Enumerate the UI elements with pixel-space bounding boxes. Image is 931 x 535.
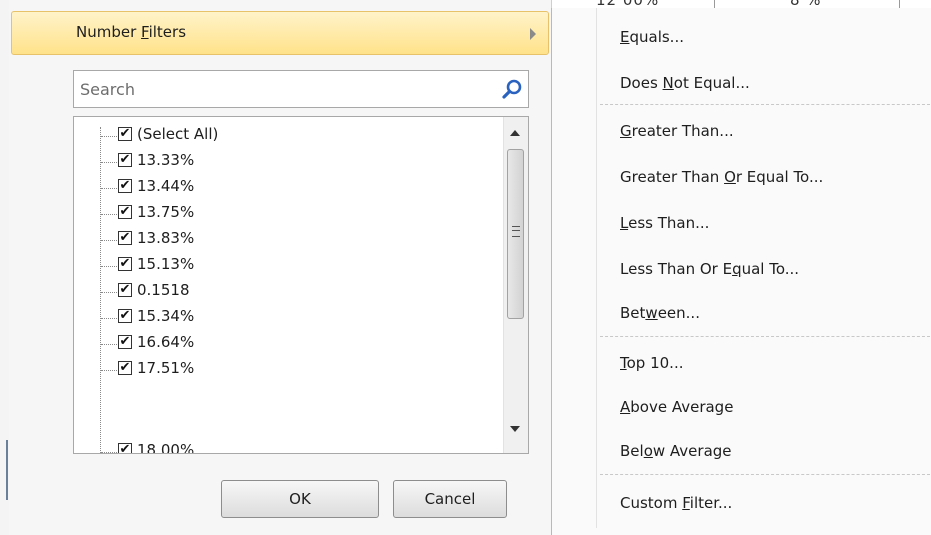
filter-values-list[interactable]: ✔ (Select All) ✔ 13.33% ✔ 13.44% ✔ 13.75…: [73, 116, 529, 454]
item-label: 18.00%: [137, 441, 195, 454]
menu-item-greater-than[interactable]: Greater Than...: [620, 122, 734, 140]
list-item[interactable]: ✔ 13.33%: [74, 149, 504, 175]
menu-item-less-than[interactable]: Less Than...: [620, 214, 709, 232]
list-item[interactable]: ✔ 0.1518: [74, 279, 504, 305]
tree-branch: [101, 452, 117, 453]
menu-item-between[interactable]: Between...: [620, 304, 700, 322]
item-label: (Select All): [137, 125, 219, 143]
menu-item-greater-or-equal[interactable]: Greater Than Or Equal To...: [620, 168, 823, 186]
checkbox[interactable]: ✔: [118, 127, 132, 141]
tree-branch: [101, 370, 117, 371]
list-item[interactable]: ✔ 17.51%: [74, 357, 504, 383]
list-item[interactable]: ✔ 13.83%: [74, 227, 504, 253]
checkbox[interactable]: ✔: [118, 443, 132, 453]
list-scrollbar[interactable]: [503, 117, 528, 453]
checkbox[interactable]: ✔: [118, 283, 132, 297]
tree-branch: [101, 266, 117, 267]
scroll-up-arrow-icon[interactable]: [510, 130, 520, 136]
menu-item-custom-filter[interactable]: Custom Filter...: [620, 494, 732, 512]
search-input[interactable]: [74, 71, 490, 107]
search-icon[interactable]: [501, 78, 523, 100]
menu-item-equals[interactable]: Equals...: [620, 28, 684, 46]
checkbox[interactable]: ✔: [118, 205, 132, 219]
item-label: 15.34%: [137, 307, 195, 325]
tree-branch: [101, 214, 117, 215]
menu-separator: [600, 336, 930, 337]
number-filters-submenu: Equals... Does Not Equal... Greater Than…: [551, 8, 931, 535]
menu-separator: [600, 474, 930, 475]
cancel-button[interactable]: Cancel: [393, 480, 507, 518]
autofilter-dropdown: Number Filters ✔ (Select All) ✔ 13.33% ✔: [9, 0, 552, 535]
checkbox[interactable]: ✔: [118, 361, 132, 375]
menu-gutter: [596, 8, 597, 528]
ok-button[interactable]: OK: [221, 480, 379, 518]
item-label: 13.83%: [137, 229, 195, 247]
tree-branch: [101, 292, 117, 293]
menu-separator: [600, 104, 930, 105]
tree-branch: [101, 318, 117, 319]
sheet-left-edge: [0, 0, 9, 535]
list-item[interactable]: ✔ 15.13%: [74, 253, 504, 279]
tree-branch: [101, 162, 117, 163]
list-item[interactable]: ✔ 18.00%: [74, 439, 504, 454]
tree-branch: [101, 240, 117, 241]
menu-item-less-or-equal[interactable]: Less Than Or Equal To...: [620, 260, 799, 278]
item-label: 13.44%: [137, 177, 195, 195]
checkbox[interactable]: ✔: [118, 231, 132, 245]
item-label: 13.75%: [137, 203, 195, 221]
checkbox[interactable]: ✔: [118, 309, 132, 323]
tree-branch: [101, 136, 117, 137]
chevron-right-icon: [530, 28, 536, 40]
item-label: 0.1518: [137, 281, 190, 299]
tree-branch: [101, 188, 117, 189]
checkbox[interactable]: ✔: [118, 335, 132, 349]
menu-item-does-not-equal[interactable]: Does Not Equal...: [620, 74, 750, 92]
tree-branch: [101, 344, 117, 345]
search-box[interactable]: [73, 70, 529, 108]
number-filters-label: Number Filters: [76, 23, 187, 41]
number-filters-menu-item[interactable]: Number Filters: [11, 11, 549, 55]
list-item[interactable]: ✔ 13.44%: [74, 175, 504, 201]
item-label: 16.64%: [137, 333, 195, 351]
item-label: 17.51%: [137, 359, 195, 377]
sheet-selection-bar: [6, 440, 8, 500]
menu-item-above-average[interactable]: Above Average: [620, 398, 733, 416]
checkbox[interactable]: ✔: [118, 179, 132, 193]
checkbox[interactable]: ✔: [118, 153, 132, 167]
menu-item-below-average[interactable]: Below Average: [620, 442, 732, 460]
item-label: 13.33%: [137, 151, 195, 169]
scroll-down-arrow-icon[interactable]: [510, 426, 520, 432]
menu-item-top-10[interactable]: Top 10...: [620, 354, 683, 372]
item-label: 15.13%: [137, 255, 195, 273]
list-item[interactable]: ✔ 15.34%: [74, 305, 504, 331]
list-item[interactable]: ✔ 16.64%: [74, 331, 504, 357]
scroll-thumb[interactable]: [507, 149, 524, 319]
grip-icon: [512, 226, 520, 237]
checkbox[interactable]: ✔: [118, 257, 132, 271]
list-item[interactable]: ✔ 13.75%: [74, 201, 504, 227]
list-item-select-all[interactable]: ✔ (Select All): [74, 123, 504, 149]
